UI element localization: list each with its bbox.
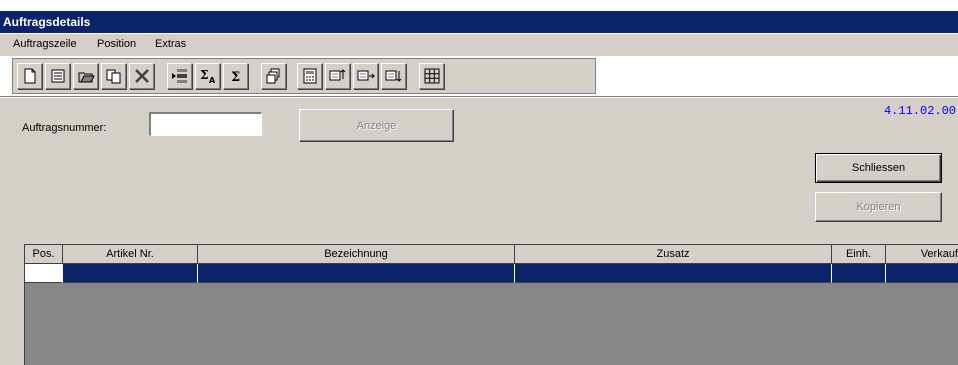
order-number-input[interactable] bbox=[149, 112, 262, 136]
window-title: Auftragsdetails bbox=[3, 15, 91, 29]
print-preview-icon bbox=[266, 68, 279, 84]
move-right-icon bbox=[357, 70, 375, 81]
move-down-icon bbox=[385, 70, 401, 82]
toolbar: ΣA Σ bbox=[12, 58, 596, 94]
sum-a-button[interactable]: ΣA bbox=[195, 63, 220, 89]
table-cell[interactable] bbox=[63, 264, 198, 283]
form-button[interactable] bbox=[45, 63, 70, 89]
column-header-additional[interactable]: Zusatz bbox=[515, 245, 832, 264]
delete-button[interactable] bbox=[129, 63, 154, 89]
grid-button[interactable] bbox=[419, 63, 444, 89]
delete-icon bbox=[134, 69, 149, 83]
menu-extras[interactable]: Extras bbox=[155, 38, 186, 50]
table-cell[interactable] bbox=[198, 264, 515, 283]
svg-text:Σ: Σ bbox=[200, 68, 208, 82]
order-number-label: Auftragsnummer: bbox=[22, 122, 107, 134]
column-header-article-number[interactable]: Artikel Nr. bbox=[63, 245, 198, 264]
column-header-unit[interactable]: Einh. bbox=[832, 245, 886, 264]
copy-button[interactable] bbox=[101, 63, 126, 89]
new-button[interactable] bbox=[17, 63, 42, 89]
open-folder-icon bbox=[78, 72, 95, 83]
grid-icon bbox=[424, 68, 439, 84]
copy-icon bbox=[106, 69, 120, 84]
calculator-icon bbox=[303, 68, 316, 84]
table-row[interactable] bbox=[25, 264, 958, 283]
move-up-icon bbox=[329, 69, 345, 81]
table-cell[interactable] bbox=[515, 264, 832, 283]
move-up-button[interactable] bbox=[325, 63, 350, 89]
print-preview-button[interactable] bbox=[261, 63, 286, 89]
new-document-icon bbox=[24, 68, 35, 84]
version-label: 4.11.02.00 bbox=[883, 104, 956, 118]
menu-bar: Auftragszeile Position Extras bbox=[0, 34, 958, 56]
grid-header: Pos. Artikel Nr. Bezeichnung Zusatz Einh… bbox=[25, 245, 958, 264]
form-icon bbox=[51, 69, 64, 83]
column-header-pos[interactable]: Pos. bbox=[25, 245, 63, 264]
table-cell[interactable] bbox=[886, 264, 958, 283]
svg-text:A: A bbox=[209, 76, 216, 85]
client-area: 4.11.02.00 Auftragsnummer: Anzeige Schli… bbox=[0, 98, 958, 365]
insert-row-button[interactable] bbox=[167, 63, 192, 89]
copy-order-button[interactable]: Kopieren bbox=[815, 192, 942, 222]
sum-icon: Σ bbox=[231, 70, 240, 85]
show-button[interactable]: Anzeige bbox=[299, 109, 454, 142]
menu-auftragszeile[interactable]: Auftragszeile bbox=[13, 38, 77, 50]
move-right-button[interactable] bbox=[353, 63, 378, 89]
column-header-sales[interactable]: Verkauf bbox=[886, 245, 958, 264]
calculator-button[interactable] bbox=[297, 63, 322, 89]
open-button[interactable] bbox=[73, 63, 98, 89]
column-header-description[interactable]: Bezeichnung bbox=[198, 245, 515, 264]
sum-a-icon: ΣA bbox=[200, 68, 216, 85]
table-cell[interactable] bbox=[832, 264, 886, 283]
close-button[interactable]: Schliessen bbox=[815, 153, 942, 183]
move-down-button[interactable] bbox=[381, 63, 406, 89]
window-title-bar: Auftragsdetails bbox=[0, 11, 958, 33]
order-lines-grid[interactable]: Pos. Artikel Nr. Bezeichnung Zusatz Einh… bbox=[24, 244, 958, 365]
sum-button[interactable]: Σ bbox=[223, 63, 248, 89]
svg-text:Σ: Σ bbox=[231, 70, 240, 85]
insert-row-icon bbox=[171, 69, 187, 83]
menu-position[interactable]: Position bbox=[97, 38, 136, 50]
table-cell[interactable] bbox=[25, 264, 63, 283]
